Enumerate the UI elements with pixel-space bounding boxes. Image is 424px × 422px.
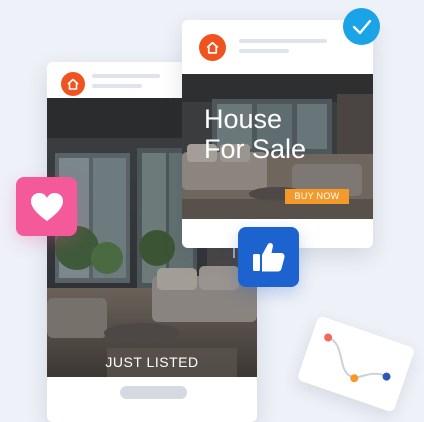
header-placeholder-line (92, 84, 142, 88)
checkmark-icon (352, 19, 371, 34)
living-room-photo: House For Sale BUY NOW (182, 74, 373, 219)
thumbs-up-icon (252, 242, 285, 272)
mini-line-chart (324, 333, 391, 383)
for-sale-card[interactable]: House For Sale BUY NOW (182, 20, 373, 248)
header-placeholder-line (239, 39, 327, 43)
like-button[interactable] (238, 227, 299, 287)
buy-now-button[interactable]: BUY NOW (285, 189, 349, 204)
home-indicator[interactable] (120, 386, 187, 399)
heart-icon (30, 192, 63, 221)
house-logo-icon (199, 34, 226, 61)
analytics-card (296, 315, 416, 413)
header-placeholder-line (92, 74, 160, 78)
verified-badge (343, 8, 380, 45)
just-listed-label: JUST LISTED (105, 354, 199, 370)
house-logo-icon (61, 72, 85, 96)
favorite-button[interactable] (16, 177, 77, 236)
house-for-sale-title: House For Sale (204, 104, 307, 164)
header-placeholder-line (239, 49, 289, 53)
